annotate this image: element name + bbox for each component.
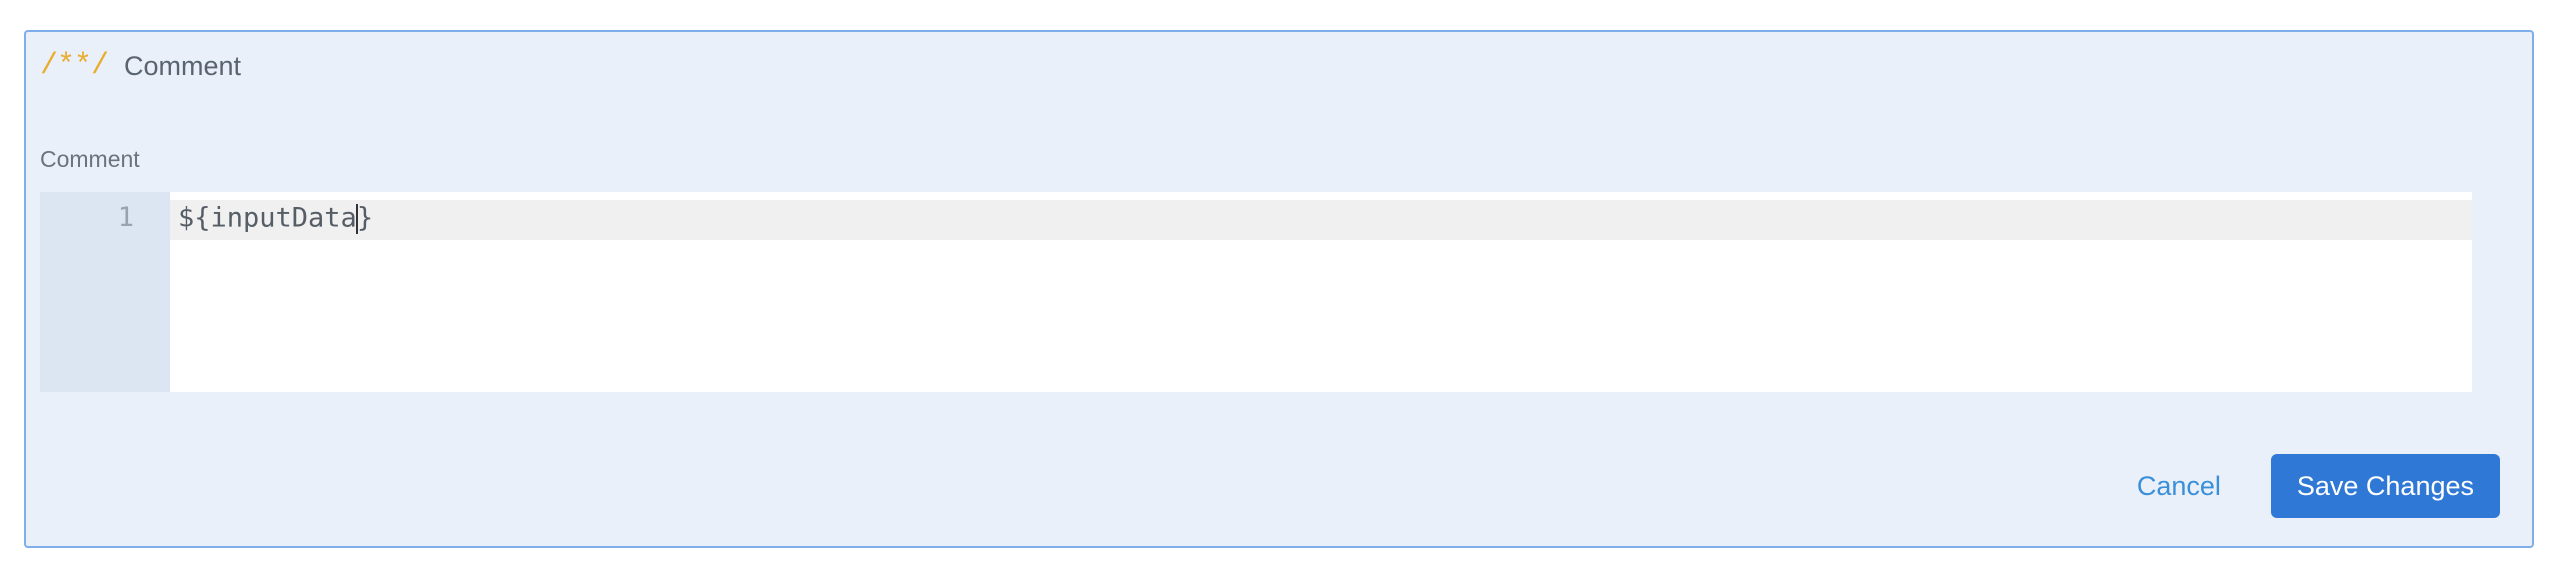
editor-code-area[interactable]: ${inputData} — [170, 192, 2472, 392]
comment-code-editor[interactable]: 1 ${inputData} — [40, 192, 2472, 392]
comment-field-label: Comment — [40, 146, 140, 172]
line-number: 1 — [117, 202, 134, 233]
comment-icon: /**/ — [40, 49, 109, 83]
action-bar: Cancel Save Changes — [2137, 454, 2500, 518]
cancel-button[interactable]: Cancel — [2137, 471, 2221, 502]
active-line-highlight — [170, 200, 2472, 240]
editor-gutter: 1 — [40, 192, 170, 392]
code-line[interactable]: ${inputData} — [178, 204, 373, 234]
step-title: Comment — [124, 50, 242, 81]
save-changes-button[interactable]: Save Changes — [2270, 454, 2500, 518]
step-header: /**/ Comment — [40, 46, 241, 86]
code-text-before-cursor: ${inputData — [178, 202, 357, 234]
code-text-after-cursor: } — [356, 202, 374, 234]
